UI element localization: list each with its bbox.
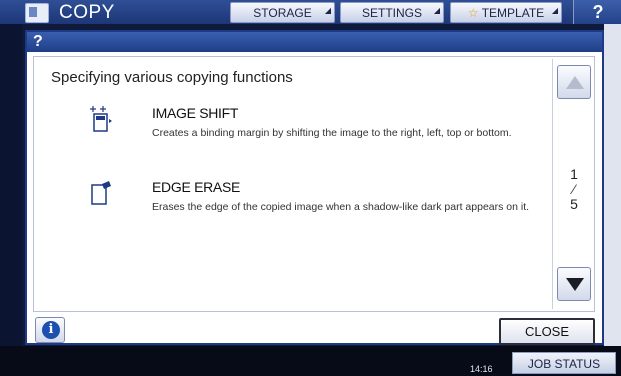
function-description: Erases the edge of the copied image when… [152, 201, 530, 213]
scroll-down-button[interactable] [557, 267, 591, 301]
help-button[interactable]: ? [573, 0, 621, 24]
function-name: IMAGE SHIFT [152, 105, 239, 121]
template-label: TEMPLATE [481, 6, 545, 20]
up-arrow-icon [566, 76, 584, 89]
current-page: 1 [570, 166, 578, 182]
template-button[interactable]: ☆ TEMPLATE ◢ [450, 2, 562, 23]
background-panel [0, 24, 22, 346]
function-description: Creates a binding margin by shifting the… [152, 127, 512, 139]
dialog-title: Specifying various copying functions [51, 69, 293, 86]
star-icon: ☆ [467, 6, 479, 20]
copy-icon [25, 3, 49, 23]
page-separator: ⁄ [572, 181, 576, 197]
dropdown-arrow-icon: ◢ [324, 6, 331, 15]
info-icon: i [42, 321, 60, 339]
dropdown-arrow-icon: ◢ [551, 6, 558, 15]
help-mark: ? [33, 33, 43, 50]
info-button[interactable]: i [35, 317, 65, 343]
total-pages: 5 [570, 196, 578, 212]
storage-button[interactable]: STORAGE ◢ [230, 2, 335, 23]
clock: 14:16 [470, 364, 493, 374]
dialog-header: ? [27, 32, 602, 52]
function-name: EDGE ERASE [152, 179, 241, 195]
settings-label: SETTINGS [361, 6, 422, 20]
image-shift-icon [90, 106, 112, 132]
close-button[interactable]: CLOSE [499, 318, 595, 345]
page-scroller: 1 ⁄ 5 [552, 59, 593, 309]
down-arrow-icon [566, 278, 584, 291]
app-title: COPY [59, 2, 115, 23]
storage-label: STORAGE [253, 6, 312, 20]
job-status-button[interactable]: JOB STATUS [512, 352, 616, 374]
top-bar: COPY STORAGE ◢ SETTINGS ◢ ☆ TEMPLATE ◢ ? [0, 0, 621, 24]
dropdown-arrow-icon: ◢ [433, 6, 440, 15]
background-panel [604, 24, 621, 346]
scroll-up-button[interactable] [557, 65, 591, 99]
dialog-footer: i CLOSE [27, 315, 602, 345]
page-indicator: 1 ⁄ 5 [557, 166, 591, 212]
dialog-content: Specifying various copying functions IMA… [33, 56, 595, 312]
help-dialog: ? Specifying various copying functions I… [25, 30, 604, 345]
settings-button[interactable]: SETTINGS ◢ [340, 2, 444, 23]
edge-erase-icon [91, 181, 111, 205]
